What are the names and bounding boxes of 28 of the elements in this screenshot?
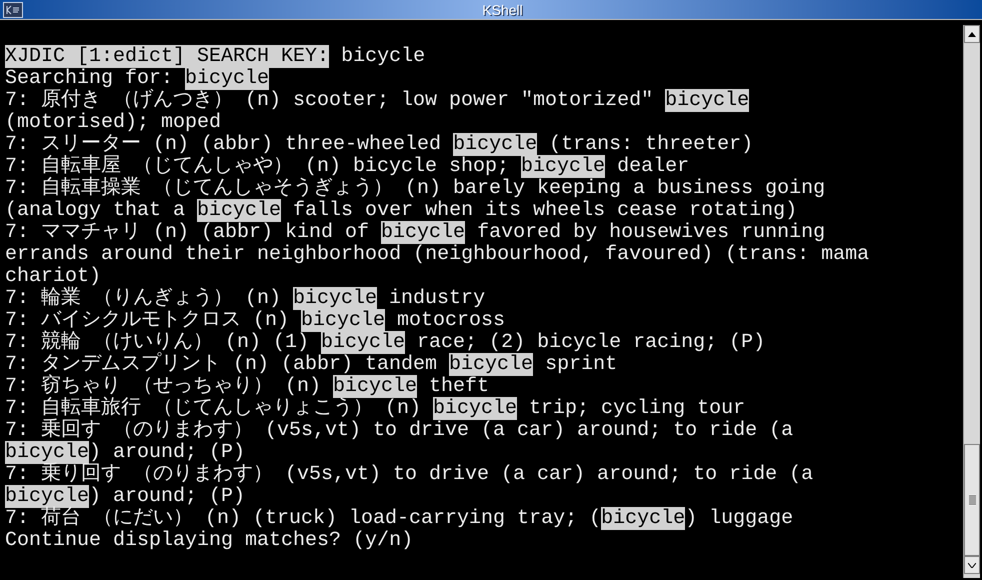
terminal-line: 7: 乗回す （のりまわす） (v5s,vt) to drive (a car) around; to ride (a — [5, 420, 794, 442]
terminal-line: 7: 輪業 （りんぎょう） (n) bicycle industry — [5, 288, 486, 310]
scrollbar[interactable] — [963, 25, 980, 578]
terminal-line: 7: 乗り回す （のりまわす） (v5s,vt) to drive (a car) around; to ride (a — [5, 464, 814, 486]
terminal-line: 7: スリーター (n) (abbr) three-wheeled bicycle (trans: threeter) — [5, 134, 754, 156]
window-title: KShell — [482, 0, 523, 18]
scroll-up-button[interactable] — [964, 25, 980, 43]
grip-icon — [968, 495, 976, 505]
terminal-line: 7: 荷台 （にだい） (n) (truck) load-carrying tray; (bicycle) luggage — [5, 508, 794, 530]
terminal-line: 7: 自転車操業 （じてんしゃそうぎょう） (n) barely keeping a business going — [5, 178, 826, 200]
terminal-line: XJDIC [1:edict] SEARCH KEY: bicycle — [5, 46, 426, 68]
terminal-line: 7: 自転車屋 （じてんしゃや） (n) bicycle shop; bicycle dealer — [5, 156, 690, 178]
terminal-icon[interactable] — [3, 2, 23, 18]
terminal-line: 7: ママチャリ (n) (abbr) kind of bicycle favored by housewives running — [5, 222, 826, 244]
terminal-line: (analogy that a bicycle falls over when its wheels cease rotating) — [5, 200, 798, 222]
terminal-line: 7: 窃ちゃり （せっちゃり） (n) bicycle theft — [5, 376, 490, 398]
terminal-line: Searching for: bicycle — [5, 68, 270, 90]
terminal-line: (motorised); moped — [5, 112, 222, 134]
terminal-line: 7: 自転車旅行 （じてんしゃりょこう） (n) bicycle trip; cycling tour — [5, 398, 746, 420]
terminal-line: bicycle) around; (P) — [5, 442, 246, 464]
terminal-line: bicycle) around; (P) — [5, 486, 246, 508]
terminal-line: 7: 原付き （げんつき） (n) scooter; low power "motorized" bicycle — [5, 90, 750, 112]
up-arrow-icon — [968, 32, 976, 36]
scroll-down-button[interactable] — [964, 556, 980, 574]
terminal-line: Continue displaying matches? (y/n) — [5, 530, 414, 552]
terminal-line: chariot) — [5, 266, 102, 288]
scroll-thumb[interactable] — [964, 444, 980, 556]
terminal-line: errands around their neighborhood (neighbourhood, favoured) (trans: mama — [5, 244, 870, 266]
